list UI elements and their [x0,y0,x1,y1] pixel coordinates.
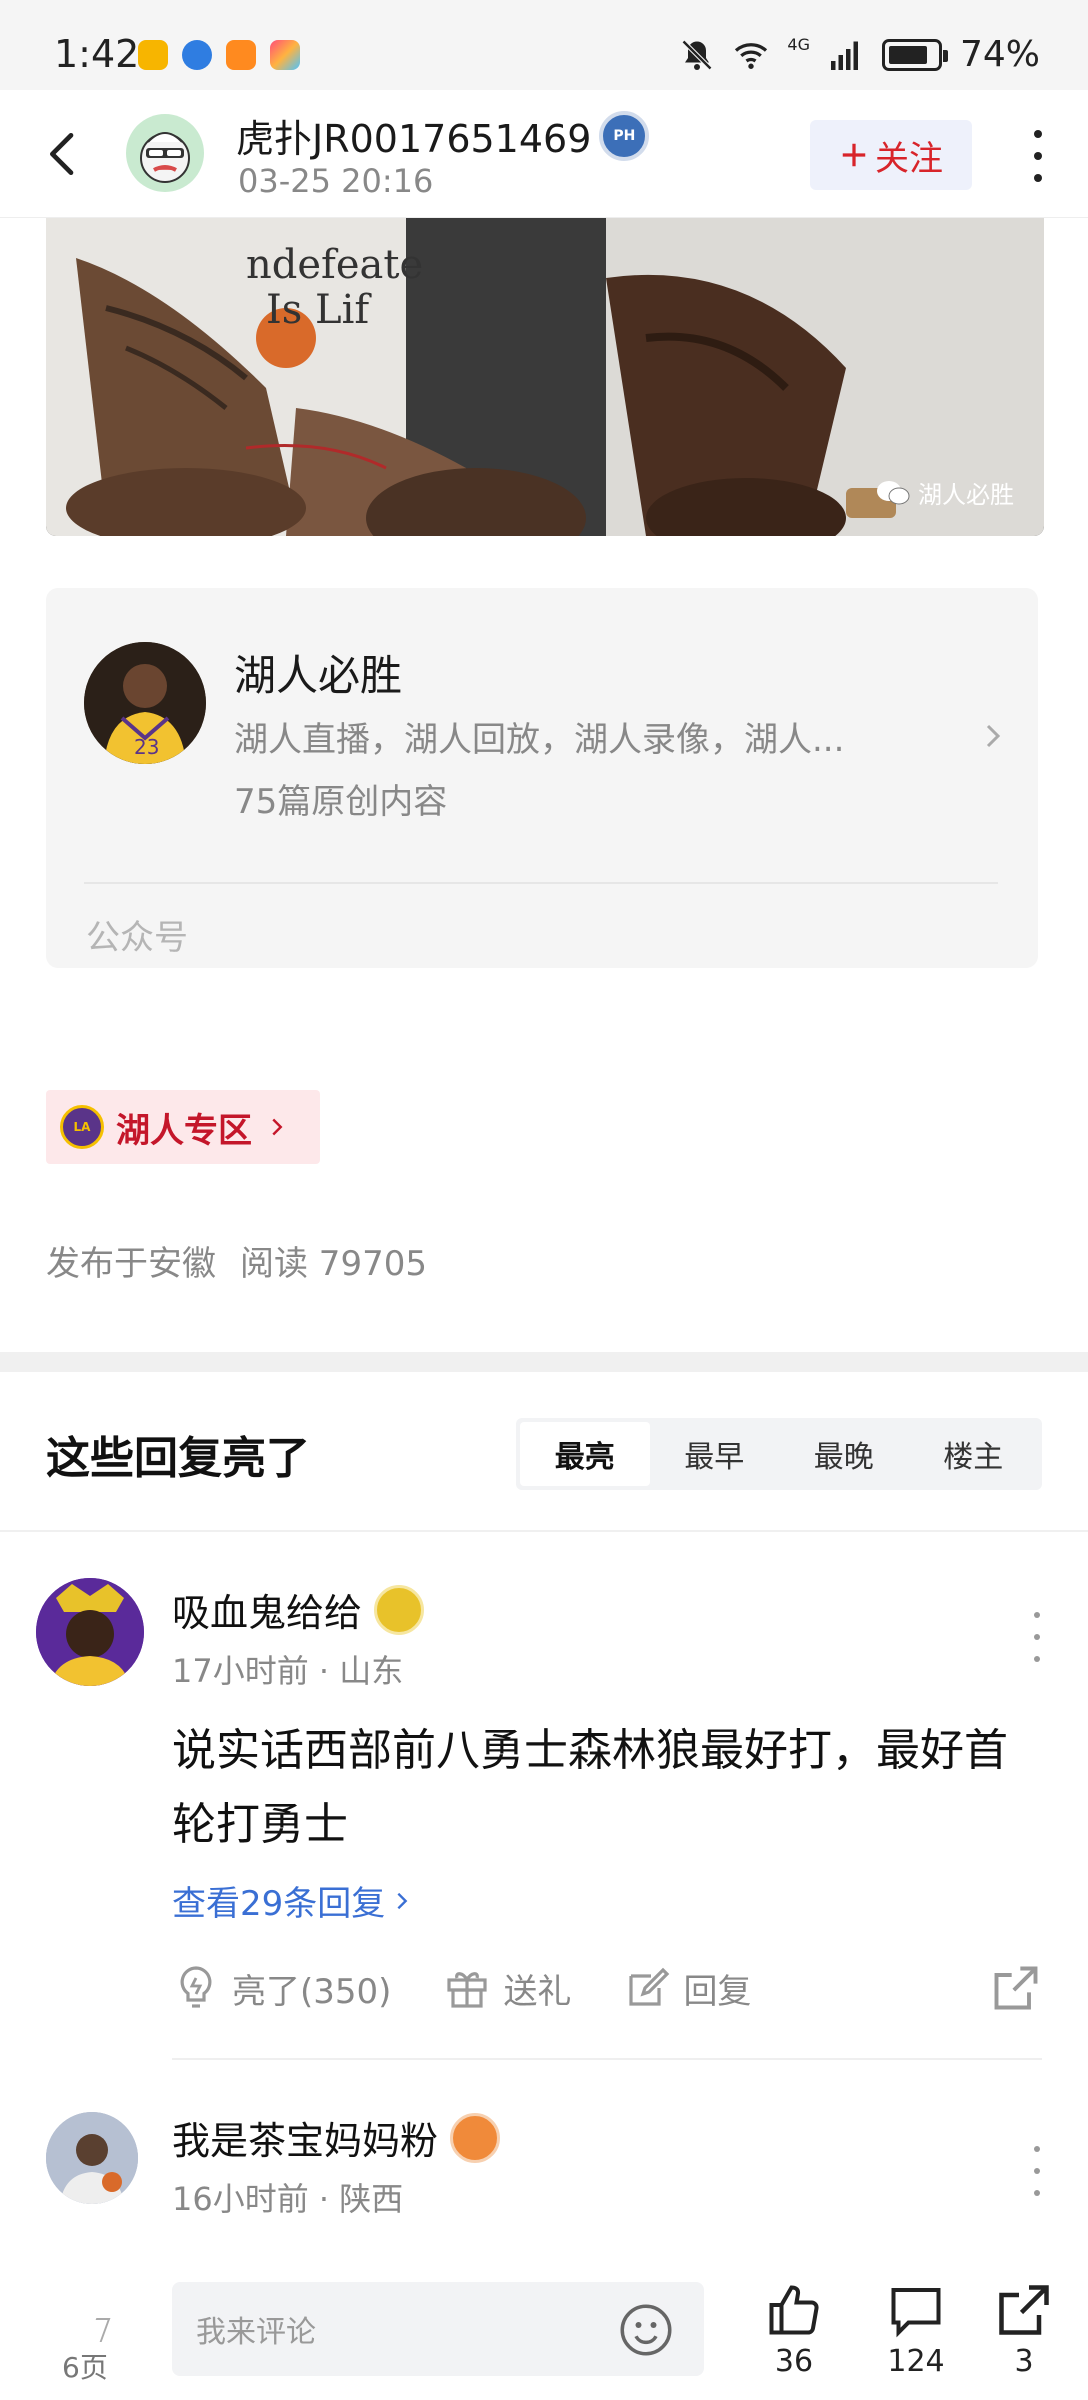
post-time: 03-25 20:16 [238,162,434,200]
chevron-right-icon [397,1892,408,1909]
comment-input[interactable]: 我来评论 [172,2282,704,2376]
team-badge-icon: PH [599,110,650,161]
tab-earliest[interactable]: 最早 [650,1422,780,1486]
official-account-avatar: 23 [84,642,206,764]
official-account-type: 公众号 [86,918,188,958]
lakers-zone-tag[interactable]: LA 湖人专区 [46,1090,320,1164]
status-time: 1:42 [54,32,140,76]
status-right: 4G 74% [679,34,1040,75]
chevron-right-icon [272,1118,283,1136]
video-app-icon [226,40,256,70]
author-avatar[interactable] [126,114,204,192]
thumbs-up-icon [769,2285,819,2335]
wifi-icon [735,42,768,69]
comment-avatar[interactable] [46,2112,138,2204]
author-name[interactable]: 虎扑JR0017651469 [236,108,591,163]
back-arrow-icon[interactable] [36,126,92,182]
edit-icon [629,1967,670,2006]
comment-bubble-icon [891,2288,941,2338]
tab-latest[interactable]: 最晚 [779,1422,909,1486]
share-button[interactable]: 3 [994,2280,1054,2379]
comment-header: 我是茶宝妈妈粉 [172,2110,501,2165]
page-curl-icon [87,2318,111,2342]
comments-button[interactable]: 124 [886,2280,946,2379]
comment-username[interactable]: 吸血鬼给给 [172,1582,362,1637]
official-account-count: 75篇原创内容 [234,782,448,822]
wechat-icon [877,480,910,504]
comment-count: 124 [887,2344,945,2379]
network-type: 4G [787,35,810,54]
post-reads: 阅读 79705 [240,1244,427,1284]
gift-icon [447,1972,488,2008]
mute-bell-icon [682,39,713,70]
signal-icon [830,41,858,70]
svg-text:23: 23 [134,735,159,759]
official-account-name: 湖人必胜 [234,651,403,700]
replies-title: 这些回复亮了 [46,1433,310,1484]
comment-meta: 17小时前 · 山东 [172,1652,404,1690]
battery-level: 74% [959,34,1040,75]
share-count: 3 [1014,2344,1034,2379]
bottom-bar: 6页 我来评论 36 124 3 [0,2252,1088,2400]
chevron-right-icon [986,724,1001,748]
comment-text: 说实话西部前八勇士森林狼最好打，最好首轮打勇士 [172,1725,1008,1850]
lebron-avatar-image: 23 [84,642,206,764]
cartoon-face-icon [140,132,190,183]
header-divider [0,1530,1088,1532]
follow-button[interactable]: 关注 [810,120,972,190]
browser-app-icon [182,40,212,70]
section-divider [0,1352,1088,1372]
view-replies-link[interactable]: 查看29条回复 [172,1876,413,1925]
comment-avatar[interactable] [36,1578,144,1686]
comment-meta: 16小时前 · 陕西 [172,2180,404,2218]
user-badge-icon [374,1584,425,1635]
svg-text:ndefeate: ndefeate [246,242,423,288]
gift-button[interactable]: 送礼 [443,1964,571,2013]
zone-label: 湖人专区 [116,1110,252,1151]
more-options-icon[interactable] [1018,126,1058,186]
lightbulb-icon [180,1966,212,2008]
tab-hottest[interactable]: 最亮 [520,1422,650,1486]
post-location: 发布于安徽 [46,1244,216,1284]
lakers-logo-icon: LA [60,1105,104,1149]
top-nav: 虎扑JR0017651469 PH 03-25 20:16 关注 [0,90,1088,218]
post-meta: 发布于安徽 阅读 79705 [46,1236,427,1285]
image-watermark: 湖人必胜 [876,475,1014,510]
battery-icon [881,38,948,71]
comment-header: 吸血鬼给给 [172,1582,425,1637]
follow-label: 关注 [875,138,943,179]
comment-divider [172,2058,1042,2060]
comment-more-icon[interactable] [1032,2146,1042,2196]
comment-actions: 亮了(350) 送礼 回复 [172,1956,1042,2020]
official-account-card[interactable]: 23 湖人必胜 湖人直播，湖人回放，湖人录像，湖人... 75篇原创内容 公众号 [46,588,1038,968]
official-account-description: 湖人直播，湖人回放，湖人录像，湖人... [234,720,845,760]
comment-more-icon[interactable] [1032,1612,1042,1662]
status-bar: 1:42 4G 74% [0,0,1088,90]
article-image[interactable]: ndefeate Is Lif 湖人必胜 [46,218,1044,536]
lakers-player-avatar-image [36,1578,144,1686]
like-count: 36 [774,2344,814,2379]
user-badge-icon [450,2112,501,2163]
tab-op-only[interactable]: 楼主 [909,1422,1039,1486]
card-divider [84,882,998,884]
comment-username[interactable]: 我是茶宝妈妈粉 [172,2110,438,2165]
status-app-icons [138,40,300,70]
reply-button[interactable]: 回复 [623,1964,751,2013]
emoji-icon[interactable] [616,2300,676,2360]
page-indicator[interactable]: 6页 [62,2346,108,2386]
weibo-app-icon [138,40,168,70]
author-name-row: 虎扑JR0017651469 PH [236,108,650,163]
share-icon [999,2285,1049,2335]
sort-tabs: 最亮 最早 最晚 楼主 [516,1418,1042,1490]
light-button[interactable]: 亮了(350) [172,1964,391,2013]
plus-icon [842,143,866,167]
store-app-icon [270,40,300,70]
share-icon[interactable] [990,1962,1042,2014]
svg-text:Is Lif: Is Lif [266,287,372,333]
like-button[interactable]: 36 [764,2280,824,2379]
user-photo-avatar-image [46,2112,138,2204]
